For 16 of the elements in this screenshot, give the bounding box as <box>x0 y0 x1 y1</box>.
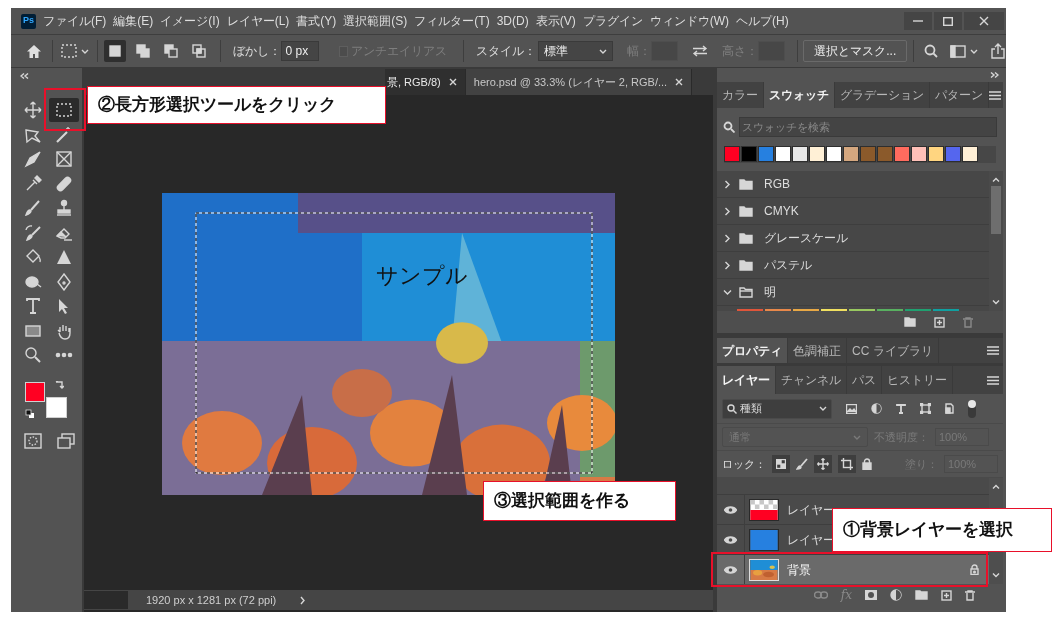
annotation-tooltip: ①背景レイヤーを選択 <box>832 508 1052 552</box>
canvas-text: サンプル <box>376 262 468 290</box>
layer-name: 背景 <box>787 561 811 579</box>
swatch-group-name: グレースケール <box>764 230 848 247</box>
app-logo: Ps <box>21 13 36 29</box>
layer-filter-value: 種類 <box>740 401 762 417</box>
swatch-group-name: 明 <box>764 284 776 301</box>
style-label: スタイル： <box>475 43 536 60</box>
swatch-group-name: パステル <box>764 257 812 274</box>
swatch-group-name: RGB <box>764 176 790 193</box>
lock-label: ロック： <box>722 456 766 472</box>
swatch-group-name: CMYK <box>764 203 799 220</box>
feather-label: ぼかし： <box>232 43 281 60</box>
document-size: 1920 px x 1281 px (72 ppi) <box>146 592 277 608</box>
annotation-tooltip: ③選択範囲を作る <box>483 481 676 521</box>
annotation-tooltip: ②長方形選択ツールをクリック <box>87 86 386 124</box>
